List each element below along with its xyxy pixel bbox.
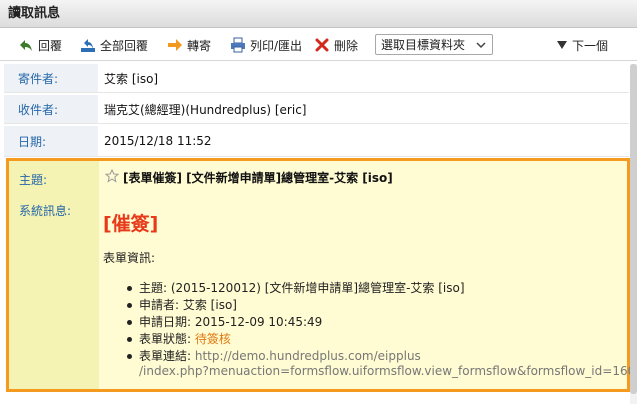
from-label: 寄件者: xyxy=(4,64,98,92)
form-info-label: 表單資訊: xyxy=(103,251,156,265)
target-folder-select-value: 選取目標資料夾 xyxy=(381,38,466,52)
next-button[interactable]: 下一個 xyxy=(556,35,608,55)
star-icon[interactable] xyxy=(104,168,120,186)
reply-label: 回覆 xyxy=(38,38,63,53)
forward-label: 轉寄 xyxy=(187,38,212,53)
toolbar: 回覆 全部回覆 轉寄 列印/匯出 刪除 選取目標資料夾 下一個 xyxy=(0,29,637,61)
from-value: 艾索 [iso] xyxy=(104,71,159,86)
to-row: 收件者: 瑞克艾(總經理)(Hundredplus) [eric] xyxy=(4,95,629,124)
reply-all-button[interactable]: 全部回覆 xyxy=(80,35,148,55)
list-item: 表單狀態: 待簽核 xyxy=(127,331,465,348)
reply-all-label: 全部回覆 xyxy=(100,38,149,53)
subject-value: [表單催簽] [文件新增申請單]總管理室-艾索 [iso] xyxy=(123,171,393,185)
printer-icon xyxy=(230,37,246,53)
chevron-down-icon xyxy=(476,39,486,53)
list-item: 申請日期: 2015-12-09 10:45:49 xyxy=(127,314,465,331)
print-export-button[interactable]: 列印/匯出 xyxy=(230,35,302,55)
date-label: 日期: xyxy=(4,126,98,156)
forward-arrow-icon xyxy=(167,37,183,53)
detail-link-prefix: 表單連結: xyxy=(139,349,195,363)
status-value: 待簽核 xyxy=(194,332,231,346)
detail-status-prefix: 表單狀態: xyxy=(139,332,195,346)
urgent-title: [催簽] xyxy=(103,213,159,235)
system-message-label: 系統訊息: xyxy=(19,204,72,218)
list-item: 表單連結: http://demo.hundredplus.com/eipplu… xyxy=(127,348,465,365)
window-title: 讀取訊息 xyxy=(0,0,637,28)
from-row: 寄件者: 艾索 [iso] xyxy=(4,64,629,93)
detail-apply-date: 申請日期: 2015-12-09 10:45:49 xyxy=(139,315,323,329)
detail-applicant: 申請者: 艾索 [iso] xyxy=(139,298,237,312)
reply-button[interactable]: 回覆 xyxy=(18,35,62,55)
date-value: 2015/12/18 11:52 xyxy=(104,134,212,148)
subject-label: 主題: xyxy=(19,173,48,187)
triangle-down-icon xyxy=(556,39,568,51)
print-export-label: 列印/匯出 xyxy=(250,38,303,53)
form-link[interactable]: http://demo.hundredplus.com/eipplus xyxy=(195,349,421,363)
delete-label: 刪除 xyxy=(334,38,359,53)
form-details-list: 主題: (2015-120012) [文件新增申請單]總管理室-艾索 [iso]… xyxy=(127,280,465,365)
delete-x-icon xyxy=(314,37,330,53)
label-column xyxy=(9,161,99,389)
reply-all-icon xyxy=(80,37,96,53)
reply-icon xyxy=(18,37,34,53)
list-item: 申請者: 艾索 [iso] xyxy=(127,297,465,314)
detail-subject: 主題: (2015-120012) [文件新增申請單]總管理室-艾索 [iso] xyxy=(139,281,465,295)
subject-line: [表單催簽] [文件新增申請單]總管理室-艾索 [iso] xyxy=(104,168,393,186)
form-link-continued[interactable]: /index.php?menuaction=formsflow.uiformsf… xyxy=(139,364,637,378)
target-folder-select[interactable]: 選取目標資料夾 xyxy=(375,34,493,55)
to-label: 收件者: xyxy=(4,95,98,123)
highlighted-message-box: 主題: 系統訊息: [表單催簽] [文件新增申請單]總管理室-艾索 [iso] … xyxy=(6,158,637,392)
delete-button[interactable]: 刪除 xyxy=(314,35,358,55)
to-value: 瑞克艾(總經理)(Hundredplus) [eric] xyxy=(104,102,307,117)
scrollbar-thumb[interactable] xyxy=(630,64,637,394)
list-item: 主題: (2015-120012) [文件新增申請單]總管理室-艾索 [iso] xyxy=(127,280,465,297)
next-label: 下一個 xyxy=(572,38,609,53)
date-row: 日期: 2015/12/18 11:52 xyxy=(4,126,629,157)
forward-button[interactable]: 轉寄 xyxy=(167,35,211,55)
